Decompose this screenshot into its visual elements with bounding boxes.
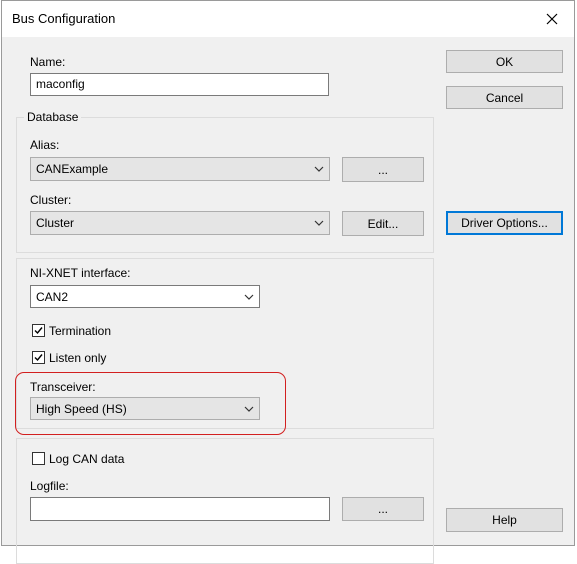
name-label: Name: [30,55,66,69]
cluster-label: Cluster: [30,193,72,207]
cluster-edit-button[interactable]: Edit... [342,211,424,236]
window-title: Bus Configuration [12,11,116,26]
chevron-down-icon [244,294,254,300]
chevron-down-icon [244,406,254,412]
cluster-dropdown[interactable]: Cluster [30,211,330,235]
database-group-title: Database [24,110,82,124]
transceiver-dropdown[interactable]: High Speed (HS) [30,397,260,420]
ok-button[interactable]: OK [446,50,563,73]
log-can-data-label: Log CAN data [49,452,125,466]
chevron-down-icon [314,220,324,226]
interface-label: NI-XNET interface: [30,266,131,280]
cancel-button[interactable]: Cancel [446,86,563,109]
transceiver-value: High Speed (HS) [36,402,127,416]
transceiver-label: Transceiver: [30,380,96,394]
alias-browse-button[interactable]: ... [342,157,424,182]
driver-options-button[interactable]: Driver Options... [446,211,563,235]
log-can-data-checkbox[interactable] [32,452,45,465]
close-icon [546,13,558,25]
bus-configuration-dialog: Bus Configuration Name: maconfig Databas… [1,0,575,564]
listen-only-checkbox[interactable] [32,351,45,364]
listen-only-label: Listen only [49,351,107,365]
alias-label: Alias: [30,138,60,152]
interface-value: CAN2 [36,290,69,304]
alias-value: CANExample [36,162,109,176]
checkmark-icon [34,327,43,335]
interface-dropdown[interactable]: CAN2 [30,285,260,308]
logfile-browse-button[interactable]: ... [342,497,424,521]
close-button[interactable] [530,1,574,37]
dialog-body: Name: maconfig Database Alias: CANExampl… [2,37,574,564]
termination-checkbox[interactable] [32,324,45,337]
termination-label: Termination [49,324,112,338]
logfile-input[interactable] [30,497,330,521]
cluster-value: Cluster [36,216,75,230]
name-input[interactable]: maconfig [30,73,329,96]
chevron-down-icon [314,166,324,172]
checkmark-icon [34,354,43,362]
logfile-label: Logfile: [30,479,69,493]
help-button[interactable]: Help [446,508,563,532]
alias-dropdown[interactable]: CANExample [30,157,330,181]
title-bar[interactable]: Bus Configuration [2,1,574,37]
